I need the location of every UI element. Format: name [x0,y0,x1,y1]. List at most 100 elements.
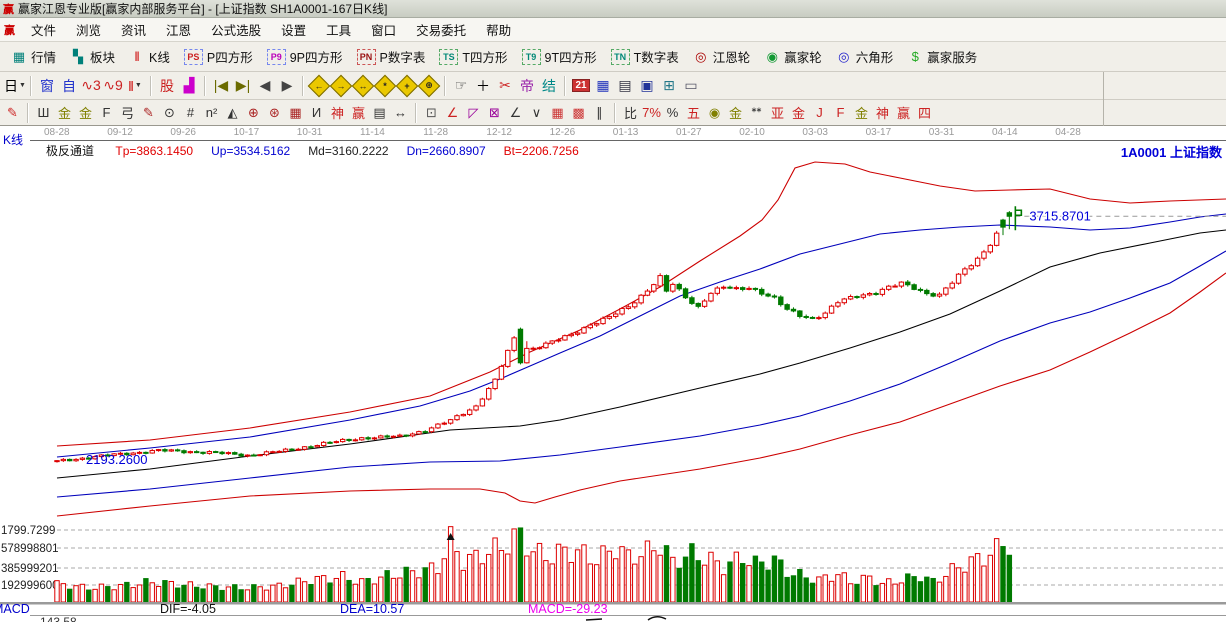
menu-item-6[interactable]: 工具 [316,21,361,41]
toolbar-button-p-square[interactable]: PSP四方形 [177,45,260,69]
pane-label-kline[interactable]: K线 [3,131,23,148]
info-icon[interactable]: 自 [58,75,80,97]
gold-line-icon[interactable]: 金 [725,102,746,123]
calculator-icon[interactable]: ▦ [592,75,614,97]
gold-angle-icon[interactable]: 金 [788,102,809,123]
h-expand-icon[interactable]: ↔ [390,102,411,123]
brain-tool-icon[interactable]: 结 [538,75,560,97]
hatch-lines-icon[interactable]: Ш [33,102,54,123]
toolbar-button-p-table[interactable]: PNP数字表 [350,45,433,69]
menu-item-3[interactable]: 江恩 [156,21,201,41]
toolbar-button-winner-service[interactable]: $赢家服务 [900,45,984,69]
first-bar-icon[interactable]: |◀ [210,75,232,97]
toolbar-button-hexagon[interactable]: ◎六角形 [829,45,901,69]
box-grid-icon[interactable]: ▦ [285,102,306,123]
four-angle-icon[interactable]: 四 [914,102,935,123]
menu-item-9[interactable]: 帮助 [476,21,521,41]
frame-tool-icon[interactable]: ⊡ [421,102,442,123]
circle-cross-icon[interactable]: ⊕ [243,102,264,123]
f-angle-icon[interactable]: F [830,102,851,123]
last-bar-icon[interactable]: ▶| [232,75,254,97]
web-tool-icon[interactable]: ⊛ [264,102,285,123]
menu-item-7[interactable]: 窗口 [361,21,406,41]
window-icon[interactable]: 窗 [36,75,58,97]
check-line-icon[interactable]: ∨ [526,102,547,123]
angle-pencil-icon[interactable]: ✎ [138,102,159,123]
ruler-grid-icon[interactable]: ▤ [369,102,390,123]
gold-angle2-icon[interactable]: 金 [851,102,872,123]
menu-item-8[interactable]: 交易委托 [406,21,476,41]
toolbar-button-t-table[interactable]: TNT数字表 [604,45,686,69]
gann-expand-icon[interactable]: ↔ [352,75,374,97]
next-bar-icon[interactable]: ▶ [276,75,298,97]
toolbar-button-9t-square[interactable]: T99T四方形 [515,45,604,69]
chart-9-icon[interactable]: ∿9 [102,75,124,97]
box-x-icon[interactable]: ⊠ [484,102,505,123]
gold-circle-icon[interactable]: ◉ [704,102,725,123]
shen-tool-icon[interactable]: 神 [327,102,348,123]
toolbar-button-winner-wheel[interactable]: ◉赢家轮 [757,45,829,69]
gold-grid-1-icon[interactable]: 金 [54,102,75,123]
five-pct-icon[interactable]: 五 [683,102,704,123]
emperor-tool-icon[interactable]: 帝 [516,75,538,97]
seven-pct-icon[interactable]: 7% [641,102,662,123]
indicator-name[interactable]: 极反通道 [46,144,94,158]
circle-cycle-icon[interactable]: ⊙ [159,102,180,123]
indicator-value-4: Bt=2206.7256 [504,144,579,158]
network-icon[interactable]: ⊞ [658,75,680,97]
candle-style-icon[interactable]: ‖▼ [124,75,146,97]
shen-angle-icon[interactable]: 神 [872,102,893,123]
stock-pick-icon[interactable]: 股 [156,75,178,97]
parallel-icon[interactable]: ∥ [589,102,610,123]
chart-3-icon[interactable]: ∿3 [80,75,102,97]
gann-target-icon[interactable]: ⊕ [418,75,440,97]
angle-line-icon[interactable]: ∠ [505,102,526,123]
menu-item-5[interactable]: 设置 [271,21,316,41]
menu-item-0[interactable]: 文件 [21,21,66,41]
color-chart-icon[interactable]: ▟ [178,75,200,97]
j-angle-icon[interactable]: J [809,102,830,123]
ying-tool-icon[interactable]: 赢 [348,102,369,123]
percent-icon[interactable]: % [662,102,683,123]
ya-line-icon[interactable]: 亚 [767,102,788,123]
compare-icon[interactable]: 比 [620,102,641,123]
notes-icon[interactable]: ▤ [614,75,636,97]
menu-item-1[interactable]: 浏览 [66,21,111,41]
cut-tool-icon[interactable]: ✂ [494,75,516,97]
menu-item-2[interactable]: 资讯 [111,21,156,41]
hand-tool-icon[interactable]: ☞ [450,75,472,97]
gann-right-icon[interactable]: → [330,75,352,97]
toolbar-button-kline[interactable]: ‖K线 [122,45,177,69]
toolbar-button-gann-wheel[interactable]: ◎江恩轮 [686,45,758,69]
pencil-icon[interactable]: ✎ [2,102,23,123]
gann-left-icon[interactable]: ← [308,75,330,97]
toolbar-button-9p-square[interactable]: P99P四方形 [260,45,350,69]
toolbar-button-sectors[interactable]: ▚板块 [63,45,122,69]
bow-tool-icon[interactable]: 弓 [117,102,138,123]
fan-lines-icon[interactable]: ∠ [442,102,463,123]
n-square-icon[interactable]: n² [201,102,222,123]
menu-item-4[interactable]: 公式选股 [201,21,271,41]
i-mark-icon[interactable]: И [306,102,327,123]
person-pencil-icon[interactable]: ᕯ [746,102,767,123]
calendar-icon[interactable]: 21 [570,75,592,97]
gold-grid-2-icon[interactable]: 金 [75,102,96,123]
title-bar[interactable]: 赢 赢家江恩专业版[赢家内部服务平台] - [上证指数 SH1A0001-167… [0,0,1226,18]
crosshair-tool-icon[interactable]: ＋ [472,75,494,97]
print-icon[interactable]: ▭ [680,75,702,97]
fan-box-icon[interactable]: ◸ [463,102,484,123]
gann-star-icon[interactable]: * [374,75,396,97]
save-icon[interactable]: ▣ [636,75,658,97]
toolbar-button-quotes[interactable]: ▦行情 [4,45,63,69]
f-lines-icon[interactable]: F [96,102,117,123]
tally-lines-icon[interactable]: # [180,102,201,123]
red-grid-2-icon[interactable]: ▩ [568,102,589,123]
flag-tool-icon[interactable]: ◭ [222,102,243,123]
red-grid-1-icon[interactable]: ▦ [547,102,568,123]
ying-angle-icon[interactable]: 赢 [893,102,914,123]
chart-canvas[interactable]: 1799.72995789988013859992011929996003715… [0,126,1226,622]
gann-cross-icon[interactable]: + [396,75,418,97]
prev-bar-icon[interactable]: ◀ [254,75,276,97]
period-day-icon[interactable]: 日▼ [4,75,26,97]
toolbar-button-t-square[interactable]: TST四方形 [432,45,514,69]
